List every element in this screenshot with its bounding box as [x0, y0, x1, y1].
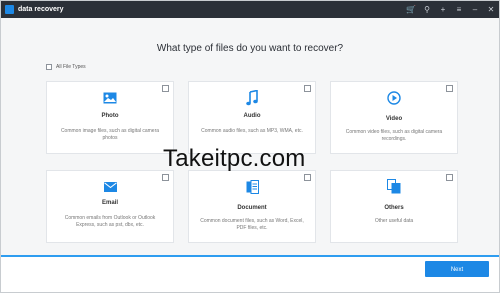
app-title: data recovery: [18, 6, 64, 13]
file-type-card-audio[interactable]: Audio Common audio files, such as MP3, W…: [188, 81, 316, 154]
card-description: Common document files, such as Word, Exc…: [200, 218, 304, 231]
card-description: Other useful data: [374, 218, 414, 224]
all-file-types-option[interactable]: All File Types: [46, 62, 86, 71]
cart-icon[interactable]: 🛒: [406, 4, 416, 15]
all-file-types-checkbox[interactable]: [46, 63, 52, 70]
card-title: Audio: [243, 113, 261, 119]
card-title: Email: [101, 200, 118, 206]
file-type-card-video[interactable]: Video Common video files, such as digita…: [330, 81, 458, 154]
page-title: What type of files do you want to recove…: [156, 43, 344, 54]
file-type-card-others[interactable]: Others Other useful data: [330, 170, 458, 243]
photo-icon: [47, 92, 173, 108]
envelope-icon: [47, 182, 173, 198]
card-title: Photo: [101, 113, 119, 119]
file-type-card-document[interactable]: Document Common document files, such as …: [188, 170, 316, 243]
card-description: Common video files, such as digital came…: [345, 129, 443, 142]
plus-icon[interactable]: +: [438, 4, 448, 15]
file-type-card-email[interactable]: Email Common emails from Outlook or Outl…: [46, 170, 174, 243]
next-button[interactable]: Next: [425, 261, 489, 277]
play-icon: [331, 91, 457, 107]
card-title: Video: [385, 116, 403, 122]
card-description: Common emails from Outlook or Outlook Ex…: [64, 215, 156, 228]
all-file-types-label: All File Types: [56, 63, 86, 70]
app-logo-icon: [5, 5, 14, 14]
photo-checkbox[interactable]: [162, 85, 169, 92]
card-title: Others: [384, 205, 404, 211]
close-icon[interactable]: ✕: [486, 4, 496, 15]
file-type-card-photo[interactable]: Photo Common image files, such as digita…: [46, 81, 174, 154]
card-title: Document: [237, 205, 267, 211]
minimize-icon[interactable]: –: [470, 4, 480, 15]
email-checkbox[interactable]: [162, 174, 169, 181]
menu-icon[interactable]: ≡: [454, 4, 464, 15]
card-description: Common audio files, such as MP3, WMA, et…: [201, 128, 303, 134]
document-icon: [189, 180, 315, 196]
music-icon: [189, 90, 315, 106]
card-description: Common image files, such as digital came…: [60, 128, 160, 141]
files-icon: [331, 179, 457, 195]
watermark-text: Takeitpc.com: [163, 145, 306, 172]
search-icon[interactable]: ⚲: [422, 4, 432, 15]
title-bar: data recovery 🛒 ⚲ + ≡ – ✕: [1, 1, 499, 18]
